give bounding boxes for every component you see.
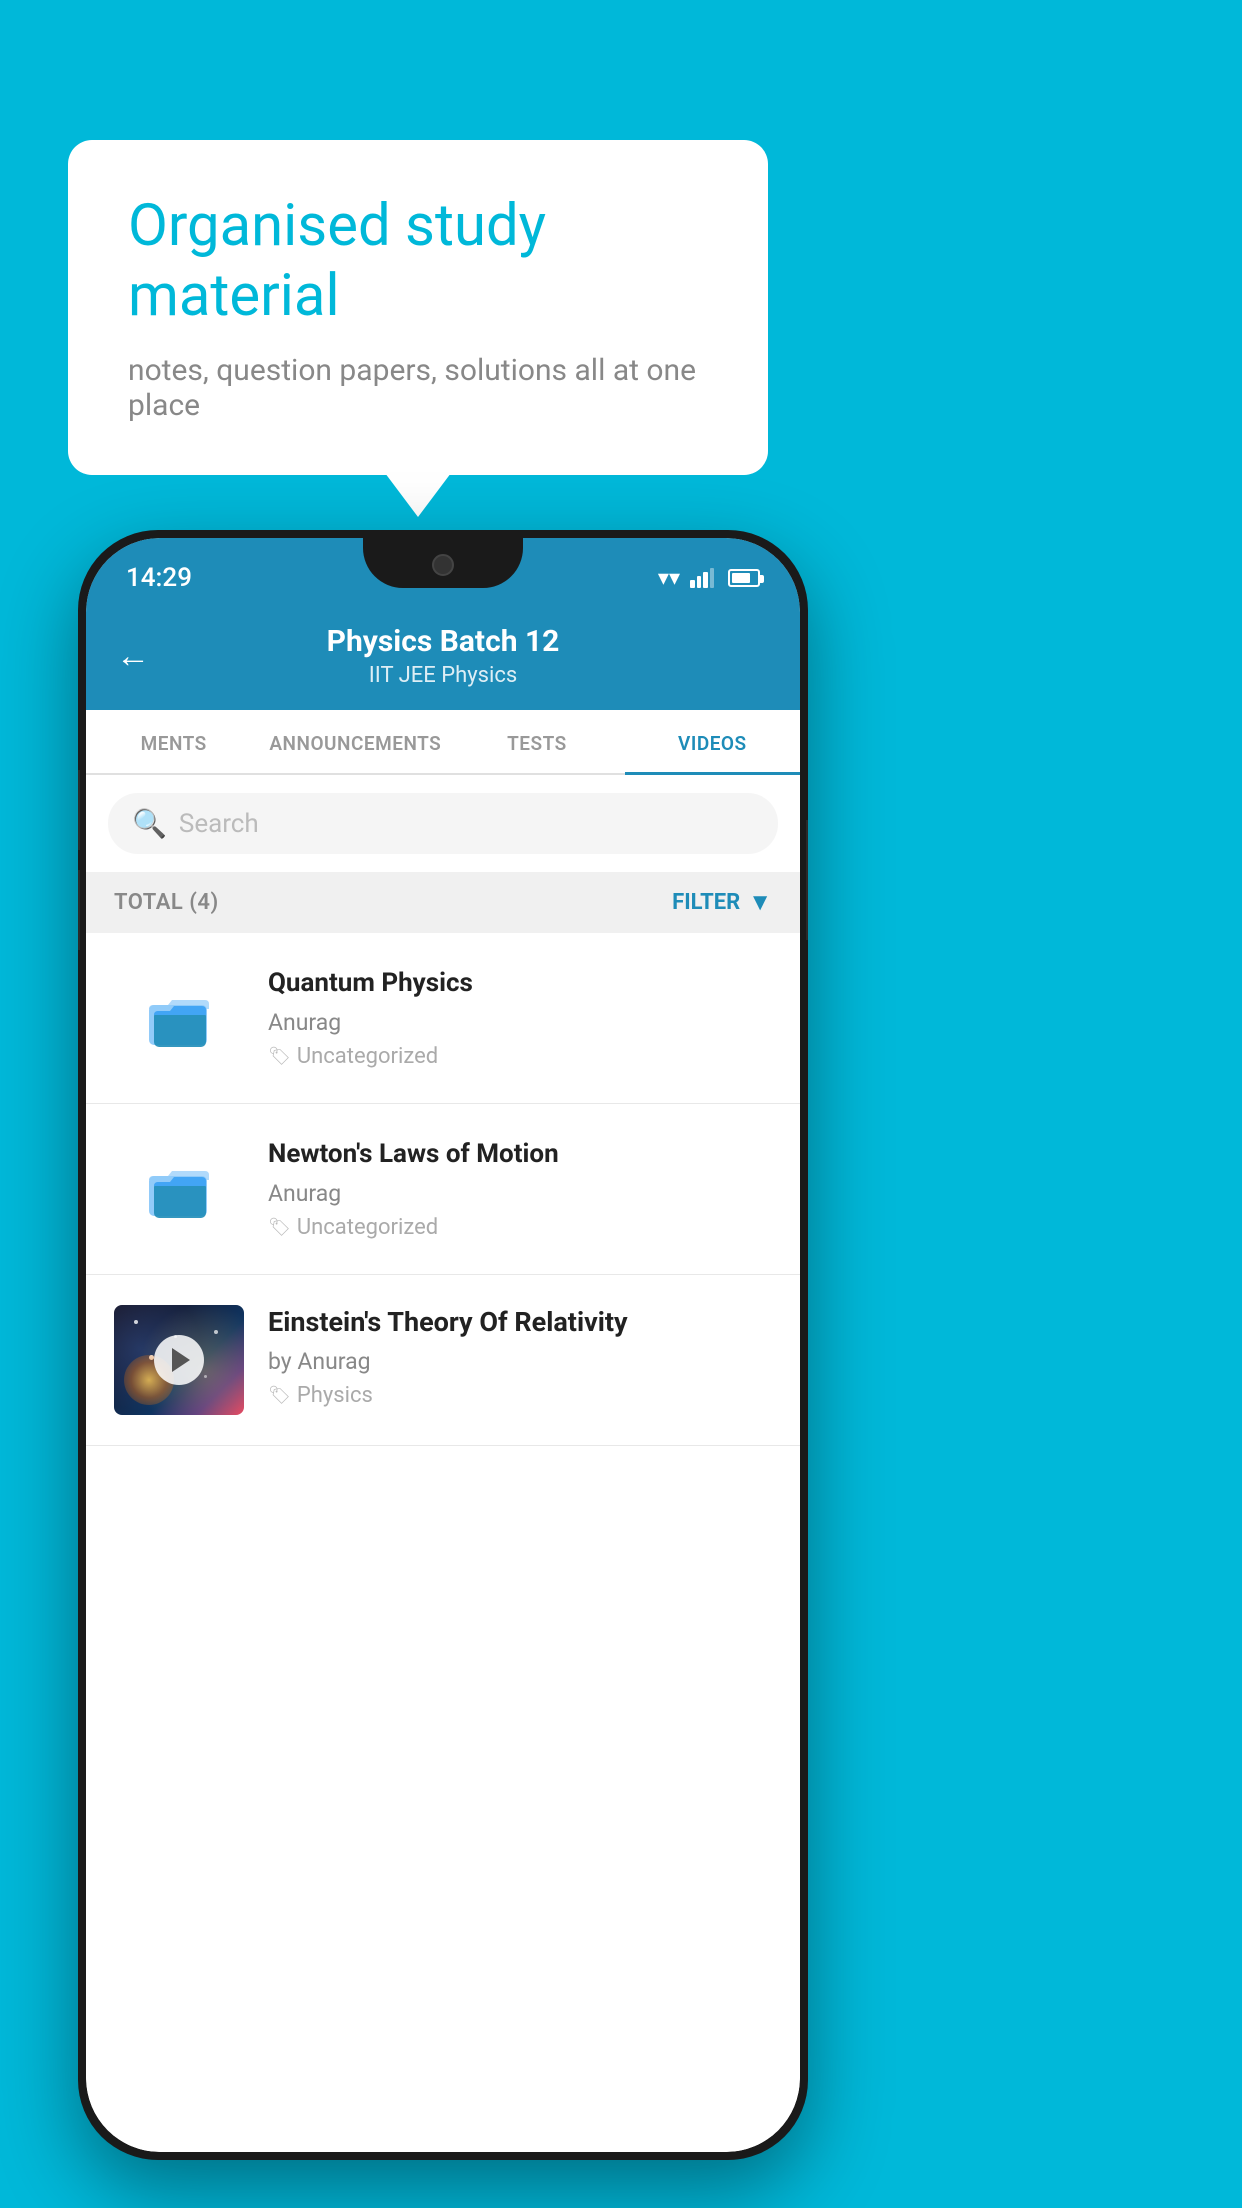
search-placeholder: Search	[179, 809, 259, 839]
list-item[interactable]: Newton's Laws of Motion Anurag 🏷 Uncateg…	[86, 1104, 800, 1275]
video-title-3: Einstein's Theory Of Relativity	[268, 1305, 772, 1340]
tab-tests[interactable]: TESTS	[449, 710, 624, 773]
header-title-group: Physics Batch 12 IIT JEE Physics	[170, 624, 716, 688]
header-title: Physics Batch 12	[170, 624, 716, 659]
tag-icon-3: 🏷	[268, 1385, 291, 1406]
tab-videos[interactable]: VIDEOS	[625, 710, 800, 773]
tab-ments[interactable]: MENTS	[86, 710, 261, 773]
bubble-title: Organised study material	[128, 192, 708, 331]
play-icon	[172, 1348, 190, 1372]
folder-icon-2	[144, 1154, 214, 1224]
folder-icon	[144, 983, 214, 1053]
power-button	[806, 820, 808, 940]
filter-button[interactable]: FILTER ▼	[672, 888, 772, 917]
battery-icon	[728, 569, 760, 587]
tab-announcements[interactable]: ANNOUNCEMENTS	[261, 710, 449, 773]
filter-bar: TOTAL (4) FILTER ▼	[86, 872, 800, 933]
search-icon: 🔍	[132, 807, 167, 840]
video-info-3: Einstein's Theory Of Relativity by Anura…	[268, 1305, 772, 1408]
tag-icon: 🏷	[268, 1046, 291, 1067]
speech-bubble-card: Organised study material notes, question…	[68, 140, 768, 475]
total-count: TOTAL (4)	[114, 890, 219, 915]
tag-icon-2: 🏷	[268, 1217, 291, 1238]
header-subtitle: IIT JEE Physics	[170, 663, 716, 688]
volume-up-button	[78, 770, 80, 850]
video-author-2: Anurag	[268, 1180, 772, 1207]
video-info: Quantum Physics Anurag 🏷 Uncategorized	[268, 967, 772, 1069]
video-tag-3: 🏷 Physics	[268, 1383, 772, 1408]
play-button[interactable]	[154, 1335, 204, 1385]
video-tag: 🏷 Uncategorized	[268, 1044, 772, 1069]
video-title: Quantum Physics	[268, 967, 772, 1001]
notch	[363, 538, 523, 588]
folder-icon-wrap-2	[114, 1134, 244, 1244]
wifi-icon: ▾▾	[658, 566, 680, 591]
camera	[432, 554, 454, 576]
bubble-subtitle: notes, question papers, solutions all at…	[128, 353, 708, 423]
video-author: Anurag	[268, 1009, 772, 1036]
phone-frame: 14:29 ▾▾	[78, 530, 808, 2160]
video-tag-2: 🏷 Uncategorized	[268, 1215, 772, 1240]
video-author-3: by Anurag	[268, 1348, 772, 1375]
tab-bar: MENTS ANNOUNCEMENTS TESTS VIDEOS	[86, 710, 800, 775]
einstein-thumbnail	[114, 1305, 244, 1415]
filter-icon: ▼	[748, 888, 772, 917]
video-info-2: Newton's Laws of Motion Anurag 🏷 Uncateg…	[268, 1138, 772, 1240]
list-item[interactable]: Quantum Physics Anurag 🏷 Uncategorized	[86, 933, 800, 1104]
status-icons: ▾▾	[658, 566, 760, 591]
folder-icon-wrap	[114, 963, 244, 1073]
search-container: 🔍 Search	[86, 775, 800, 872]
app-header: ← Physics Batch 12 IIT JEE Physics	[86, 608, 800, 710]
signal-icon	[690, 568, 714, 588]
volume-down-button	[78, 870, 80, 950]
video-list: Quantum Physics Anurag 🏷 Uncategorized	[86, 933, 800, 2152]
back-button[interactable]: ←	[116, 636, 150, 676]
list-item[interactable]: Einstein's Theory Of Relativity by Anura…	[86, 1275, 800, 1446]
status-time: 14:29	[126, 563, 192, 593]
video-title-2: Newton's Laws of Motion	[268, 1138, 772, 1172]
search-bar[interactable]: 🔍 Search	[108, 793, 778, 854]
